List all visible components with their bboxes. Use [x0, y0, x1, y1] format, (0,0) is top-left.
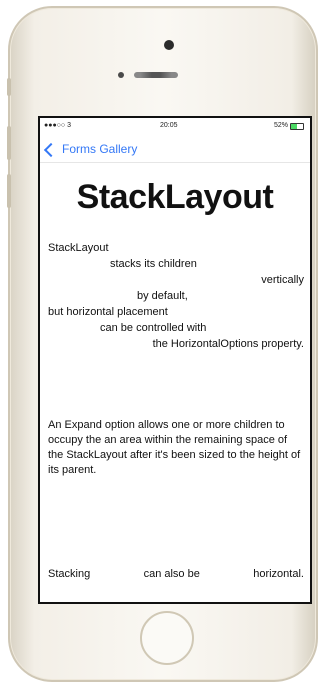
stack-label-center: stacks its children: [110, 258, 197, 270]
phone-frame: ●●●○○ 3 20:05 52% Forms Gallery StackLay…: [7, 6, 318, 682]
stack-label-center: by default,: [137, 290, 188, 302]
earpiece-speaker: [134, 72, 178, 78]
home-button[interactable]: [140, 611, 194, 665]
carrier-signal: ●●●○○ 3: [44, 122, 71, 129]
battery-icon: [290, 123, 304, 130]
volume-down-button: [7, 174, 11, 208]
back-button-label: Forms Gallery: [62, 142, 138, 156]
screen: ●●●○○ 3 20:05 52% Forms Gallery StackLay…: [38, 116, 312, 604]
chevron-left-icon: [43, 142, 59, 157]
battery-percent: 52%: [273, 122, 288, 129]
page-title: StackLayout: [76, 178, 274, 216]
stack-label-center: can be controlled with: [100, 322, 207, 334]
stack-label-end: the HorizontalOptions property.: [152, 338, 304, 350]
expand-description: An Expand option allows one or more chil…: [48, 419, 301, 476]
stack-label-end: vertically: [261, 274, 304, 286]
status-time: 20:05: [160, 122, 178, 129]
mute-switch: [7, 78, 11, 96]
front-camera: [164, 40, 174, 50]
volume-up-button: [7, 126, 11, 160]
horizontal-label: can also be: [143, 568, 200, 580]
horizontal-stack: Stacking can also be horizontal.: [48, 568, 304, 580]
back-button[interactable]: Forms Gallery: [43, 142, 138, 157]
battery-level: [291, 124, 298, 129]
stack-label-start: StackLayout: [48, 242, 109, 254]
proximity-sensor: [118, 72, 124, 78]
status-bar: ●●●○○ 3 20:05 52%: [40, 118, 310, 134]
navigation-bar: Forms Gallery: [40, 136, 310, 163]
horizontal-label: Stacking: [48, 568, 91, 580]
horizontal-label: horizontal.: [253, 568, 304, 580]
stack-label-start: but horizontal placement: [48, 306, 168, 318]
